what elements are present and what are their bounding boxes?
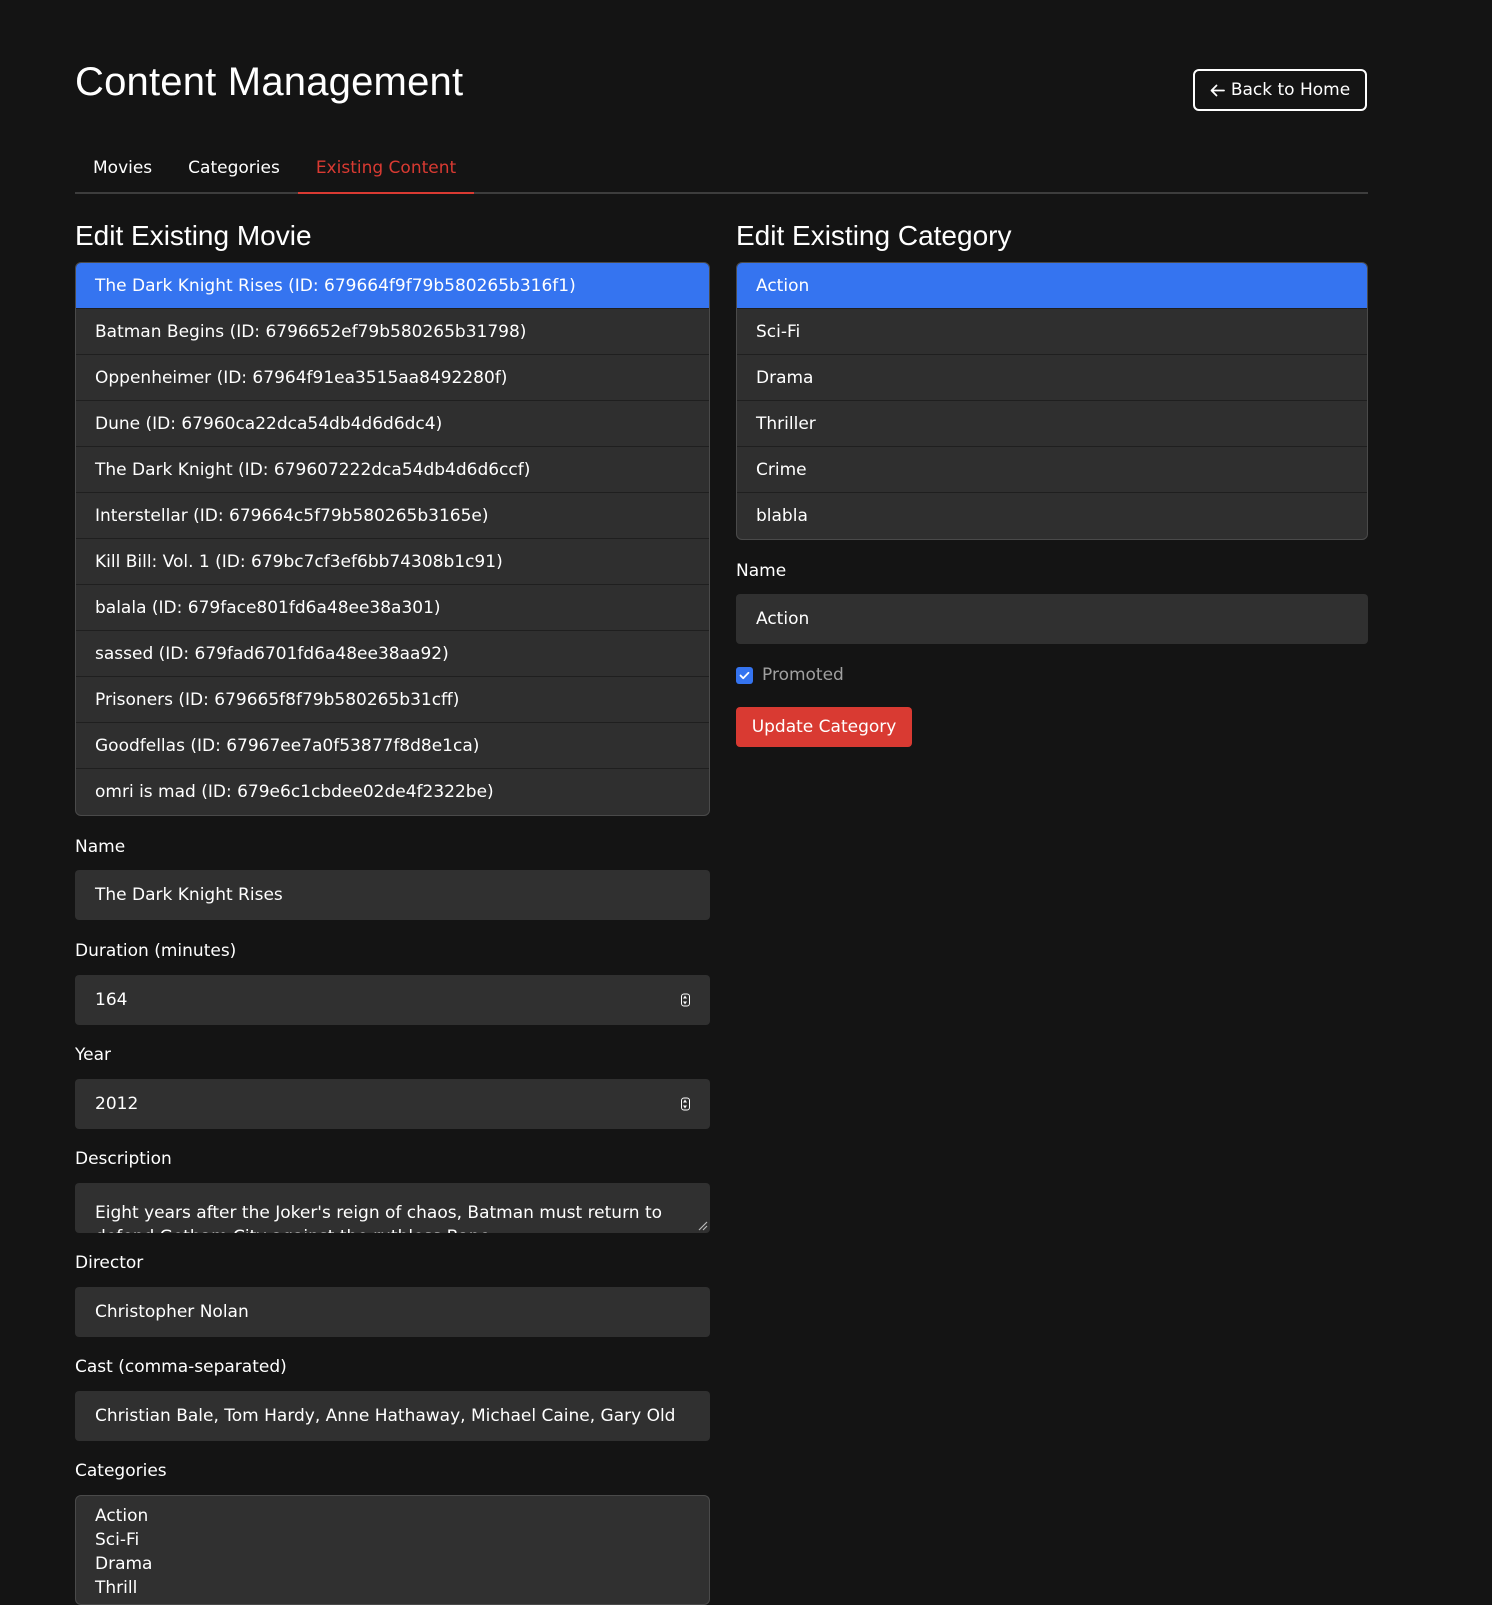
back-to-home-button[interactable]: Back to Home xyxy=(1193,69,1367,111)
year-value: 2012 xyxy=(95,1094,139,1114)
movie-list-item[interactable]: Goodfellas (ID: 67967ee7a0f53877f8d8e1ca… xyxy=(76,723,709,769)
categories-multiselect[interactable]: Action Sci-Fi Drama Thrill xyxy=(75,1495,710,1605)
category-listbox[interactable]: Action Sci-Fi Drama Thriller Crime blabl… xyxy=(736,262,1368,540)
category-list-item[interactable]: Drama xyxy=(737,355,1367,401)
year-input[interactable]: 2012 xyxy=(75,1079,710,1129)
category-option[interactable]: Drama xyxy=(95,1552,690,1576)
movie-list-item[interactable]: Oppenheimer (ID: 67964f91ea3515aa8492280… xyxy=(76,355,709,401)
movie-name-value: The Dark Knight Rises xyxy=(95,885,283,905)
tab-bar: Movies Categories Existing Content xyxy=(75,148,1368,194)
update-category-button[interactable]: Update Category xyxy=(736,707,912,747)
movie-name-input[interactable]: The Dark Knight Rises xyxy=(75,870,710,920)
movie-list-item[interactable]: Dune (ID: 67960ca22dca54db4d6d6dc4) xyxy=(76,401,709,447)
category-option[interactable]: Action xyxy=(95,1504,690,1528)
movie-list-item[interactable]: Batman Begins (ID: 6796652ef79b580265b31… xyxy=(76,309,709,355)
back-to-home-label: Back to Home xyxy=(1230,80,1351,100)
number-stepper-icon[interactable] xyxy=(681,993,690,1007)
tab-movies[interactable]: Movies xyxy=(75,148,170,192)
description-label: Description xyxy=(75,1149,172,1169)
movie-list-item[interactable]: The Dark Knight (ID: 679607222dca54db4d6… xyxy=(76,447,709,493)
description-value: Eight years after the Joker's reign of c… xyxy=(95,1203,663,1233)
movie-list-item[interactable]: balala (ID: 679face801fd6a48ee38a301) xyxy=(76,585,709,631)
movie-list-item[interactable]: The Dark Knight Rises (ID: 679664f9f79b5… xyxy=(76,263,709,309)
checkmark-icon xyxy=(739,671,750,679)
promoted-checkbox[interactable] xyxy=(736,666,753,684)
resize-handle-icon[interactable] xyxy=(696,1219,708,1231)
movie-listbox[interactable]: The Dark Knight Rises (ID: 679664f9f79b5… xyxy=(75,262,710,816)
director-label: Director xyxy=(75,1253,144,1273)
category-list-item[interactable]: Crime xyxy=(737,447,1367,493)
movie-list-item[interactable]: Kill Bill: Vol. 1 (ID: 679bc7cf3ef6bb743… xyxy=(76,539,709,585)
cast-input[interactable]: Christian Bale, Tom Hardy, Anne Hathaway… xyxy=(75,1391,710,1441)
duration-label: Duration (minutes) xyxy=(75,941,237,961)
tab-categories[interactable]: Categories xyxy=(170,148,298,192)
movie-list-item[interactable]: sassed (ID: 679fad6701fd6a48ee38aa92) xyxy=(76,631,709,677)
duration-value: 164 xyxy=(95,990,128,1010)
category-name-label: Name xyxy=(736,561,787,581)
category-option[interactable]: Sci-Fi xyxy=(95,1528,690,1552)
number-stepper-icon[interactable] xyxy=(681,1097,690,1111)
movie-name-label: Name xyxy=(75,837,126,857)
promoted-row: Promoted xyxy=(736,665,844,685)
category-name-input[interactable]: Action xyxy=(736,594,1368,644)
year-label: Year xyxy=(75,1045,111,1065)
director-input[interactable]: Christopher Nolan xyxy=(75,1287,710,1337)
cast-value: Christian Bale, Tom Hardy, Anne Hathaway… xyxy=(95,1406,676,1426)
director-value: Christopher Nolan xyxy=(95,1302,249,1322)
tab-existing-content[interactable]: Existing Content xyxy=(297,148,475,194)
edit-category-title: Edit Existing Category xyxy=(736,220,1012,251)
edit-movie-title: Edit Existing Movie xyxy=(75,220,312,251)
duration-input[interactable]: 164 xyxy=(75,975,710,1025)
category-list-item[interactable]: Action xyxy=(737,263,1367,309)
category-option[interactable]: Thrill xyxy=(95,1576,690,1600)
movie-list-item[interactable]: Prisoners (ID: 679665f8f79b580265b31cff) xyxy=(76,677,709,723)
page-title: Content Management xyxy=(75,60,464,104)
category-name-value: Action xyxy=(756,609,810,629)
description-textarea[interactable]: Eight years after the Joker's reign of c… xyxy=(75,1183,710,1233)
promoted-label: Promoted xyxy=(762,665,844,685)
movie-list-item[interactable]: Interstellar (ID: 679664c5f79b580265b316… xyxy=(76,493,709,539)
movie-list-item[interactable]: omri is mad (ID: 679e6c1cbdee02de4f2322b… xyxy=(76,769,709,815)
cast-label: Cast (comma-separated) xyxy=(75,1357,287,1377)
arrow-left-icon xyxy=(1210,84,1225,96)
category-list-item[interactable]: Thriller xyxy=(737,401,1367,447)
category-list-item[interactable]: Sci-Fi xyxy=(737,309,1367,355)
categories-label: Categories xyxy=(75,1461,167,1481)
category-list-item[interactable]: blabla xyxy=(737,493,1367,539)
